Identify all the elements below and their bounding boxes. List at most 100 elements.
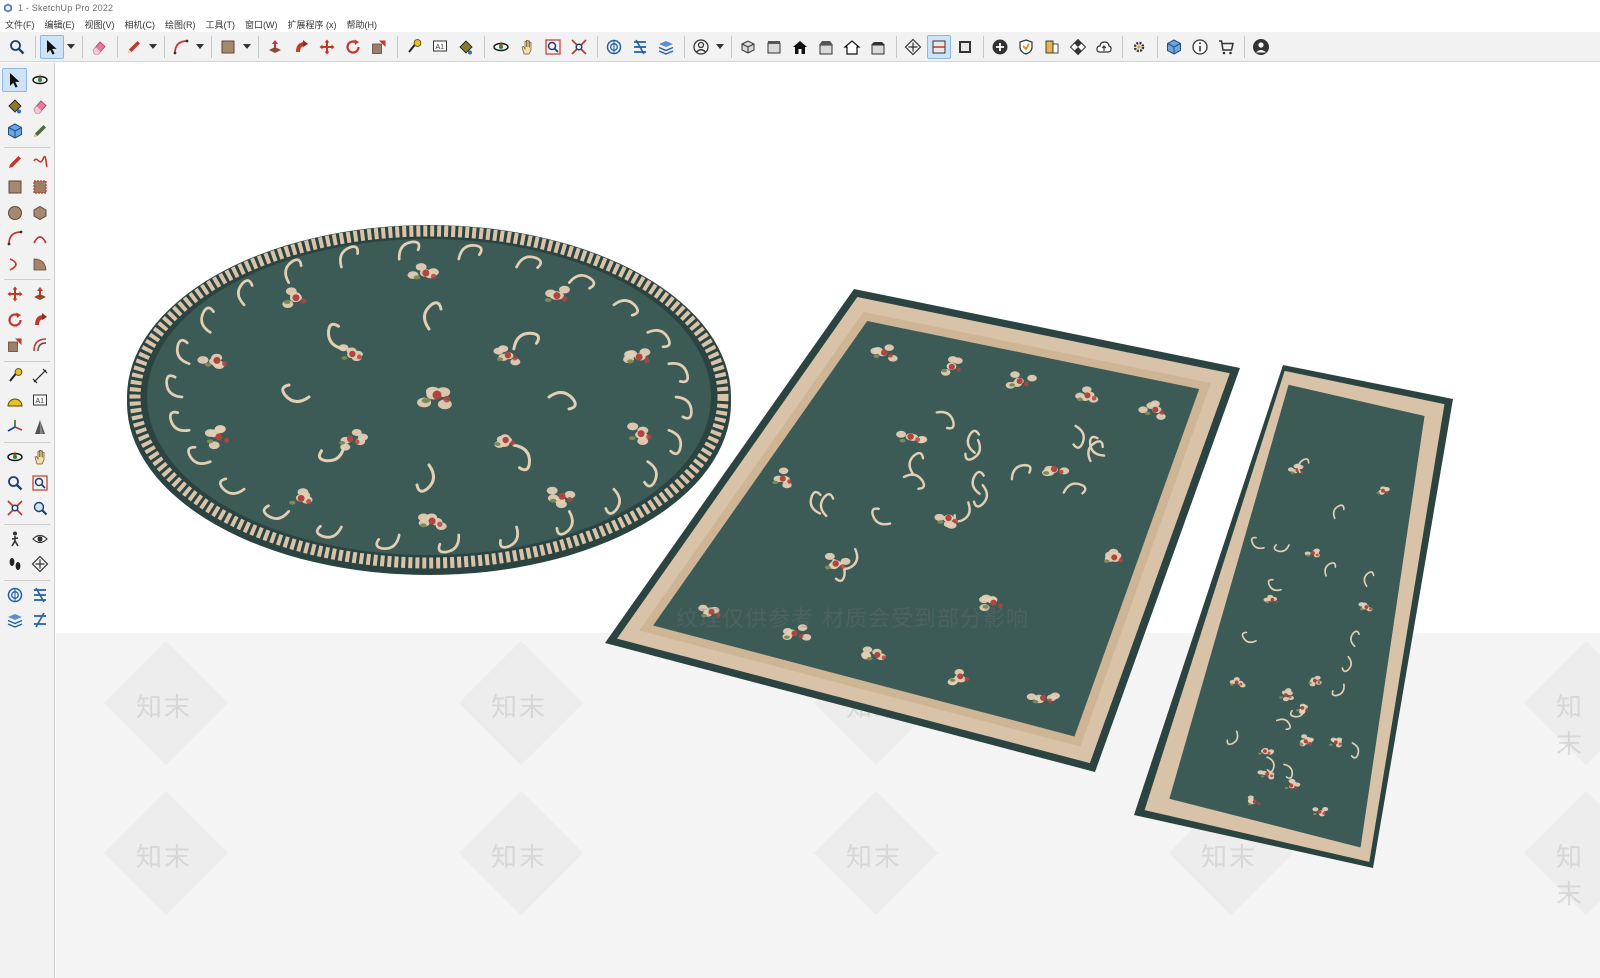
arc-tool-button[interactable] (2, 226, 27, 250)
zoom-window-tool-button[interactable] (27, 471, 52, 495)
protractor-tool-button[interactable] (2, 389, 27, 413)
toolbar-dropdown-arrow[interactable] (148, 35, 157, 59)
section-plane-button[interactable] (901, 35, 925, 59)
3d-text-tool-button[interactable] (27, 415, 52, 439)
orbit-tool-button[interactable] (27, 68, 52, 92)
walk-tool-button[interactable] (2, 527, 27, 551)
follow-me-tool-button[interactable] (27, 308, 52, 332)
info-button[interactable] (1188, 35, 1212, 59)
menu-view[interactable]: 视图(V) (85, 18, 115, 31)
axes-tool-button[interactable] (2, 415, 27, 439)
rotated-rect-tool-button[interactable] (27, 175, 52, 199)
orbit-button[interactable] (489, 35, 513, 59)
move-tool-button[interactable] (2, 282, 27, 306)
push-pull-button[interactable] (263, 35, 287, 59)
arc-2pt-tool-button[interactable] (27, 226, 52, 250)
account-button[interactable] (1249, 35, 1273, 59)
extension-tool-button[interactable] (27, 583, 52, 607)
extension-2-tool-button[interactable] (27, 608, 52, 632)
circle-tool-button[interactable] (2, 201, 27, 225)
toolbar-dropdown-arrow[interactable] (66, 35, 75, 59)
layers-button[interactable] (654, 35, 678, 59)
move-button[interactable] (315, 35, 339, 59)
zoom-extents-tool-button[interactable] (2, 496, 27, 520)
toolbar-dropdown-arrow[interactable] (242, 35, 251, 59)
arc-3pt-tool-button[interactable] (2, 252, 27, 276)
paint-bucket-tool-button[interactable] (2, 94, 27, 118)
menu-tools[interactable]: 工具(T) (206, 18, 236, 31)
polygon-tool-button[interactable] (27, 201, 52, 225)
warehouse-tool-button[interactable] (2, 583, 27, 607)
shield-button[interactable] (1014, 35, 1038, 59)
photo-texture-button[interactable] (1040, 35, 1064, 59)
add-location-button[interactable] (988, 35, 1012, 59)
zoom-extents-button[interactable] (567, 35, 591, 59)
orbit-tool-button[interactable] (2, 445, 27, 469)
round-rug[interactable] (127, 225, 731, 575)
component-tool-button[interactable] (2, 119, 27, 143)
zoom-button[interactable] (5, 35, 29, 59)
top-view-button[interactable] (762, 35, 786, 59)
checker-button[interactable] (1066, 35, 1090, 59)
pie-tool-button[interactable] (27, 252, 52, 276)
menu-edit[interactable]: 编辑(E) (45, 18, 75, 31)
section-plane-tool-button[interactable] (27, 552, 52, 576)
back-view-button[interactable] (840, 35, 864, 59)
text-button[interactable]: A1 (428, 35, 452, 59)
iso-view-button[interactable] (736, 35, 760, 59)
drawing-area[interactable]: 知末知末知末知末知末知末知末知末知末知末 纹理仅供参考 材质会受到部分影响 (56, 63, 1600, 978)
tape-measure-button[interactable] (402, 35, 426, 59)
right-view-button[interactable] (814, 35, 838, 59)
settings-button[interactable] (1127, 35, 1151, 59)
menu-draw[interactable]: 绘图(R) (165, 18, 196, 31)
display-section-button[interactable] (927, 34, 951, 59)
follow-me-button[interactable] (289, 35, 313, 59)
scale-tool-button[interactable] (2, 333, 27, 357)
profile-button[interactable] (689, 35, 713, 59)
offset-tool-button[interactable] (27, 333, 52, 357)
rotate-tool-button[interactable] (2, 308, 27, 332)
zoom-window-button[interactable] (541, 35, 565, 59)
scale-button[interactable] (367, 35, 391, 59)
cart-button[interactable] (1214, 35, 1238, 59)
menu-window[interactable]: 窗口(W) (245, 18, 278, 31)
toolbar-dropdown-arrow[interactable] (715, 35, 724, 59)
tape-measure-tool-button[interactable] (2, 364, 27, 388)
position-camera-tool-button[interactable] (27, 496, 52, 520)
menu-extensions[interactable]: 扩展程序 (x) (288, 18, 337, 31)
menu-help[interactable]: 帮助(H) (347, 18, 378, 31)
rotate-button[interactable] (341, 35, 365, 59)
extension-button[interactable] (628, 35, 652, 59)
pencil-edit-tool-button[interactable] (27, 119, 52, 143)
layers-tool-button[interactable] (2, 608, 27, 632)
select-button[interactable] (40, 34, 64, 59)
text-tool-button[interactable]: A1 (27, 389, 52, 413)
arc-button[interactable] (169, 35, 193, 59)
eraser-button[interactable] (87, 35, 111, 59)
look-around-tool-button[interactable] (27, 527, 52, 551)
freehand-tool-button[interactable] (27, 150, 52, 174)
dimension-tool-button[interactable] (27, 364, 52, 388)
menu-file[interactable]: 文件(F) (5, 18, 35, 31)
pan-button[interactable] (515, 35, 539, 59)
select-tool-button[interactable] (2, 68, 27, 92)
rectangle-tool-button[interactable] (2, 175, 27, 199)
left-view-button[interactable] (866, 35, 890, 59)
front-view-button[interactable] (788, 35, 812, 59)
push-pull-tool-button[interactable] (27, 282, 52, 306)
rectangle-button[interactable] (216, 35, 240, 59)
zoom-tool-button[interactable] (2, 471, 27, 495)
menu-camera[interactable]: 相机(C) (125, 18, 156, 31)
section-fill-button[interactable] (953, 35, 977, 59)
paint-bucket-button[interactable] (454, 35, 478, 59)
paint-bucket-icon (7, 98, 22, 113)
pan-tool-button[interactable] (27, 445, 52, 469)
line-tool-button[interactable] (2, 150, 27, 174)
pencil-button[interactable] (122, 35, 146, 59)
toolbar-dropdown-arrow[interactable] (195, 35, 204, 59)
warehouse-button[interactable] (602, 35, 626, 59)
footprint-tool-button[interactable] (2, 552, 27, 576)
eraser-tool-button[interactable] (27, 94, 52, 118)
cloud-button[interactable] (1092, 35, 1116, 59)
component-button[interactable] (1162, 35, 1186, 59)
